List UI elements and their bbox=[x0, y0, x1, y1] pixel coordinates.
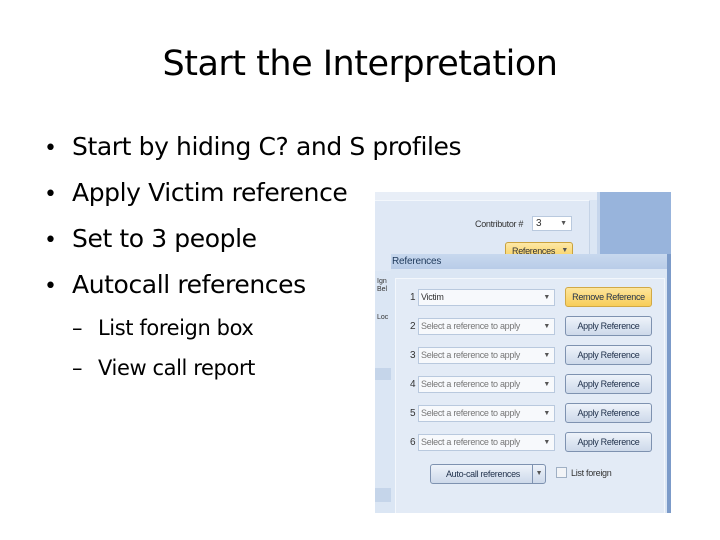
chevron-down-icon[interactable]: ▼ bbox=[532, 465, 545, 483]
reference-number: 1 bbox=[410, 292, 416, 303]
side-label-ign: Ign bbox=[377, 278, 387, 285]
reference-select[interactable]: Select a reference to apply ▼ bbox=[418, 376, 555, 393]
reference-select-value: Select a reference to apply bbox=[421, 379, 520, 389]
checkbox-box[interactable] bbox=[556, 467, 567, 478]
reference-row: 3 Select a reference to apply ▼ Apply Re… bbox=[396, 345, 664, 367]
sub-bullet-dash: – bbox=[72, 356, 83, 380]
bullet-text: Autocall references bbox=[72, 270, 306, 299]
reference-number: 3 bbox=[410, 350, 416, 361]
bullet-dot: • bbox=[44, 274, 57, 299]
reference-row: 2 Select a reference to apply ▼ Apply Re… bbox=[396, 316, 664, 338]
side-label-bel: Bel bbox=[377, 286, 388, 293]
references-body: 1 Victim ▼ Remove Reference 2 Select a r… bbox=[395, 278, 665, 513]
reference-select[interactable]: Select a reference to apply ▼ bbox=[418, 405, 555, 422]
contributor-label: Contributor # bbox=[475, 219, 524, 229]
bullet-dot: • bbox=[44, 182, 57, 207]
chevron-down-icon: ▼ bbox=[543, 381, 550, 388]
reference-select[interactable]: Select a reference to apply ▼ bbox=[418, 434, 555, 451]
reference-number: 2 bbox=[410, 321, 416, 332]
chevron-down-icon: ▼ bbox=[560, 220, 567, 227]
reference-row: 4 Select a reference to apply ▼ Apply Re… bbox=[396, 374, 664, 396]
bullet-item: • Start by hiding C? and S profiles bbox=[44, 132, 462, 178]
bullet-text: Apply Victim reference bbox=[72, 178, 348, 207]
apply-reference-button[interactable]: Apply Reference bbox=[565, 403, 652, 423]
contributor-select[interactable]: 3 ▼ bbox=[532, 216, 572, 231]
sub-bullet-text: List foreign box bbox=[98, 316, 254, 340]
list-foreign-label: List foreign bbox=[571, 467, 612, 478]
sub-bullet-text: View call report bbox=[98, 356, 256, 380]
references-window-title: References bbox=[391, 254, 667, 269]
apply-reference-button[interactable]: Apply Reference bbox=[565, 345, 652, 365]
reference-row: 1 Victim ▼ Remove Reference bbox=[396, 287, 664, 309]
reference-row: 6 Select a reference to apply ▼ Apply Re… bbox=[396, 432, 664, 454]
remove-reference-button[interactable]: Remove Reference bbox=[565, 287, 652, 307]
chevron-down-icon: ▼ bbox=[543, 323, 550, 330]
reference-select-value: Select a reference to apply bbox=[421, 408, 520, 418]
reference-select-value: Select a reference to apply bbox=[421, 321, 520, 331]
reference-select-value: Select a reference to apply bbox=[421, 350, 520, 360]
auto-call-references-button[interactable]: Auto-call references ▼ bbox=[430, 464, 546, 484]
chevron-down-icon: ▼ bbox=[543, 352, 550, 359]
side-bar bbox=[375, 368, 391, 380]
sub-bullet-dash: – bbox=[72, 316, 83, 340]
reference-select[interactable]: Victim ▼ bbox=[418, 289, 555, 306]
bullet-text: Set to 3 people bbox=[72, 224, 257, 253]
bullet-text: Start by hiding C? and S profiles bbox=[72, 132, 462, 161]
slide-title: Start the Interpretation bbox=[162, 44, 558, 84]
reference-number: 6 bbox=[410, 437, 416, 448]
reference-number: 5 bbox=[410, 408, 416, 419]
side-label-loc: Loc bbox=[377, 314, 389, 321]
chevron-down-icon: ▼ bbox=[543, 439, 550, 446]
bullet-dot: • bbox=[44, 136, 57, 161]
reference-select[interactable]: Select a reference to apply ▼ bbox=[418, 347, 555, 364]
reference-row: 5 Select a reference to apply ▼ Apply Re… bbox=[396, 403, 664, 425]
references-window: References 1 Victim ▼ Remove Reference 2… bbox=[391, 254, 671, 513]
top-strip bbox=[375, 192, 597, 200]
apply-reference-button[interactable]: Apply Reference bbox=[565, 374, 652, 394]
reference-select[interactable]: Select a reference to apply ▼ bbox=[418, 318, 555, 335]
list-foreign-checkbox[interactable]: List foreign bbox=[556, 467, 612, 478]
chevron-down-icon: ▼ bbox=[543, 294, 550, 301]
auto-call-label: Auto-call references bbox=[445, 469, 521, 479]
apply-reference-button[interactable]: Apply Reference bbox=[565, 432, 652, 452]
side-bar bbox=[375, 488, 391, 502]
bullet-dot: • bbox=[44, 228, 57, 253]
reference-number: 4 bbox=[410, 379, 416, 390]
contributor-value: 3 bbox=[536, 218, 542, 229]
apply-reference-button[interactable]: Apply Reference bbox=[565, 316, 652, 336]
chevron-down-icon: ▼ bbox=[543, 410, 550, 417]
reference-select-value: Select a reference to apply bbox=[421, 437, 520, 447]
embedded-screenshot: Contributor # 3 ▼ References ▼ Ign Bel L… bbox=[375, 192, 671, 513]
reference-select-value: Victim bbox=[421, 292, 444, 302]
